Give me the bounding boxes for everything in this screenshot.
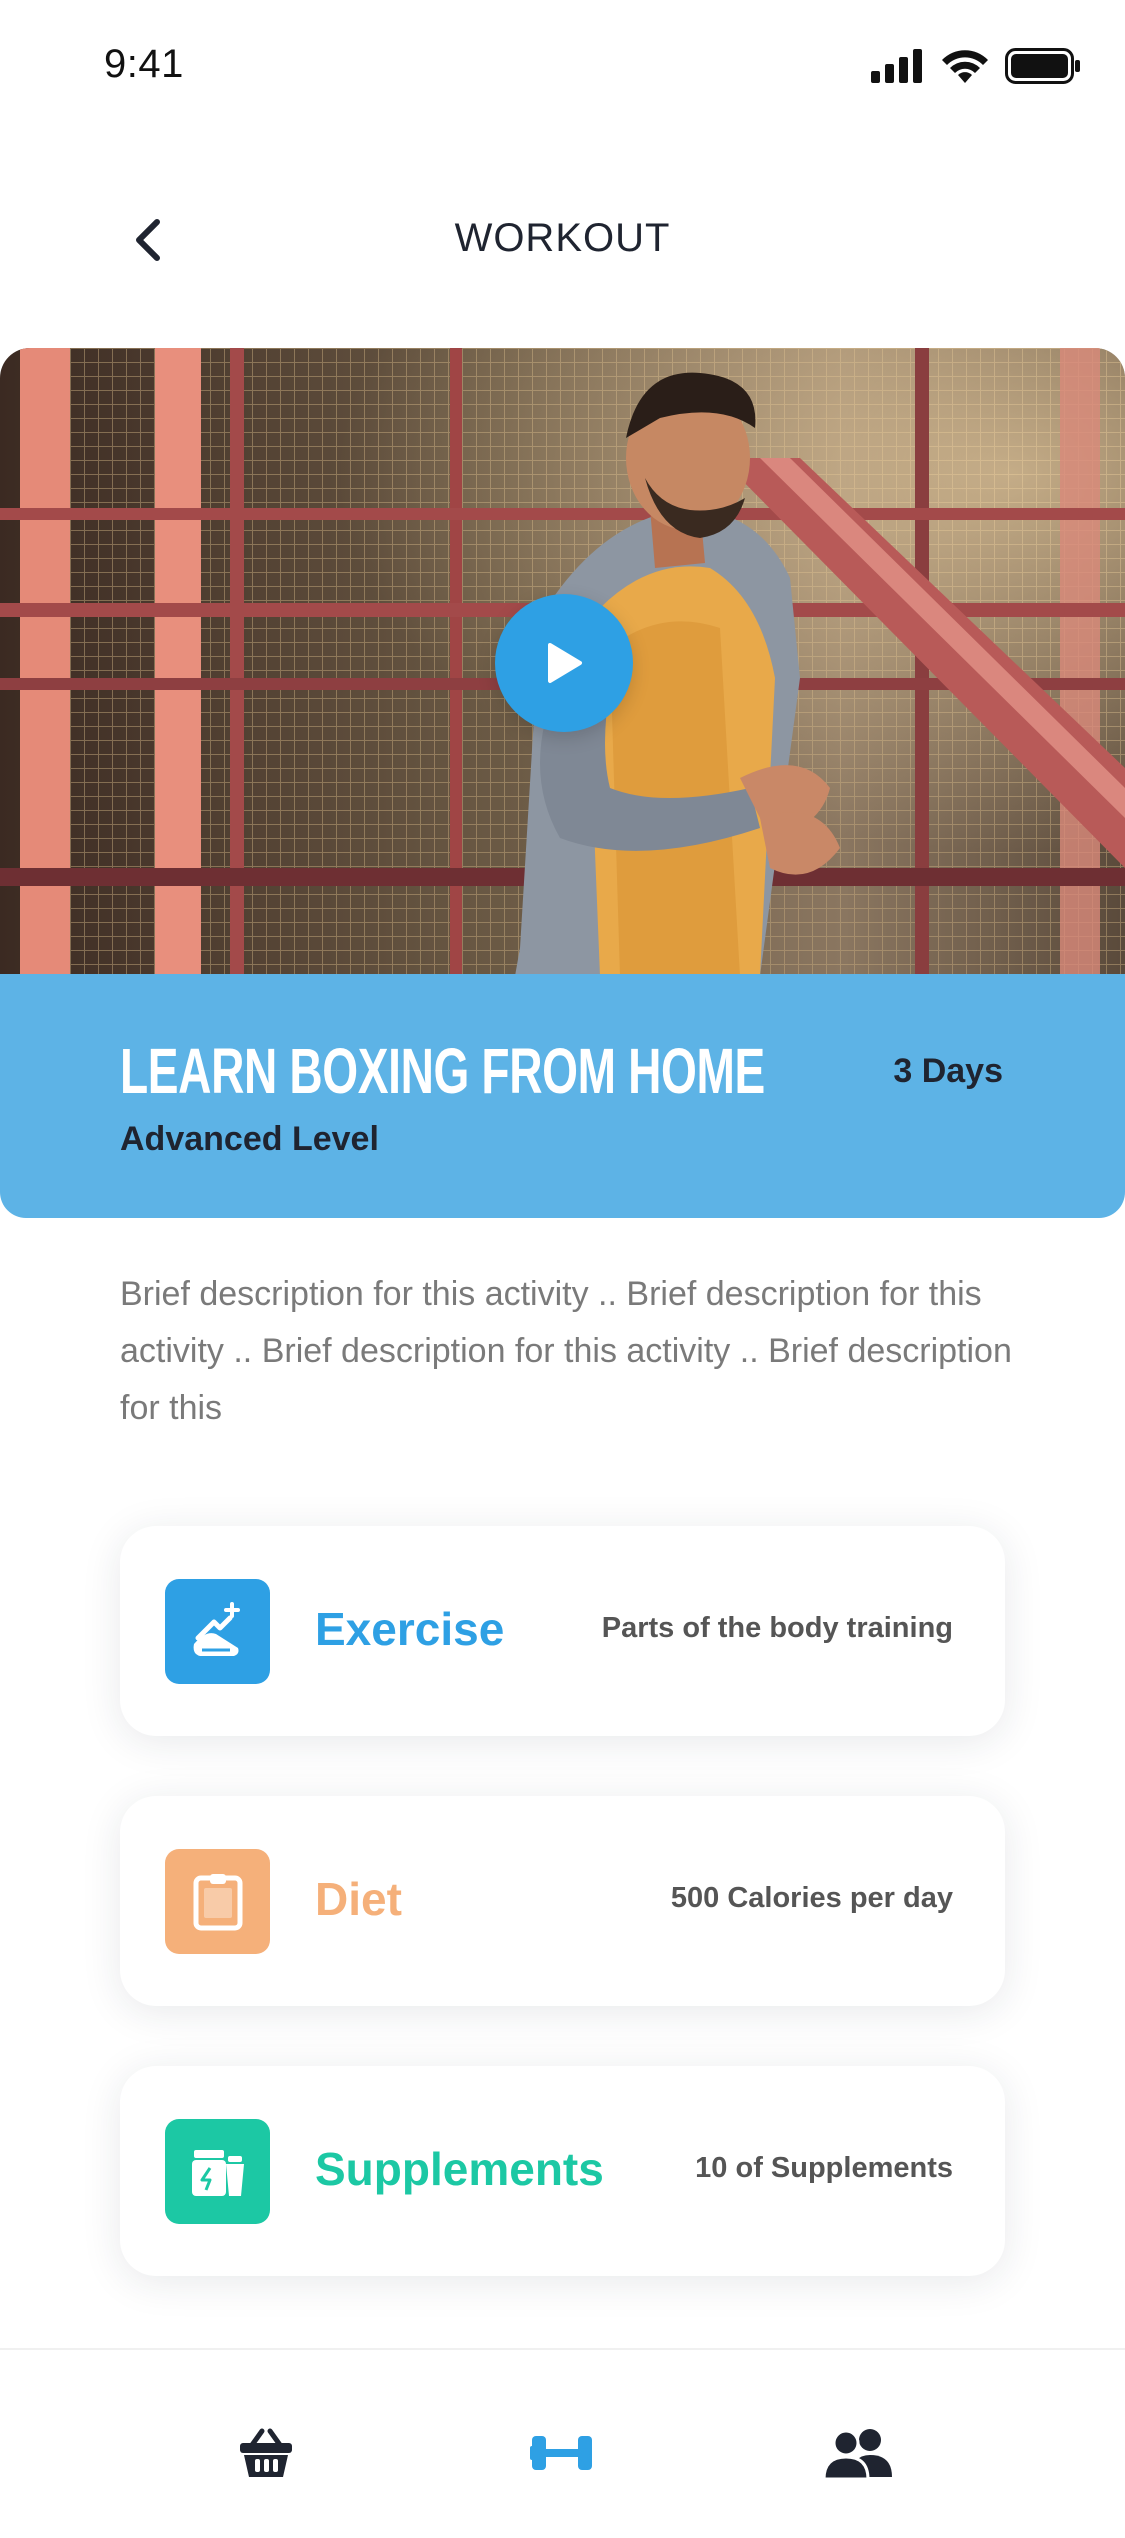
card-title: Diet bbox=[315, 1873, 402, 1925]
workout-duration: 3 Days bbox=[893, 1052, 1003, 1090]
clipboard-icon bbox=[165, 1849, 270, 1954]
card-title: Supplements bbox=[315, 2143, 604, 2195]
play-icon bbox=[544, 641, 584, 685]
supplements-icon bbox=[165, 2119, 270, 2224]
tab-bar bbox=[0, 2348, 1125, 2538]
play-button[interactable] bbox=[495, 594, 633, 732]
wifi-icon bbox=[941, 49, 989, 88]
supplements-card[interactable]: Supplements 10 of Supplements bbox=[120, 2066, 1005, 2276]
tab-workout[interactable] bbox=[522, 2420, 602, 2490]
battery-icon bbox=[1005, 48, 1081, 89]
status-time: 9:41 bbox=[104, 42, 184, 86]
dumbbell-icon bbox=[530, 2428, 594, 2483]
card-subtitle: 500 Calories per day bbox=[670, 1882, 953, 1914]
page-title: WORKOUT bbox=[454, 216, 671, 260]
basket-icon bbox=[238, 2427, 294, 2484]
shoe-icon bbox=[165, 1579, 270, 1684]
workout-description: Brief description for this activity .. B… bbox=[120, 1275, 1012, 1427]
tab-community[interactable] bbox=[818, 2420, 898, 2490]
tab-shop[interactable] bbox=[226, 2420, 306, 2490]
hero-image bbox=[0, 348, 1125, 976]
header: WORKOUT bbox=[0, 180, 1125, 300]
diet-card[interactable]: Diet 500 Calories per day bbox=[120, 1796, 1005, 2006]
users-icon bbox=[822, 2427, 894, 2484]
card-subtitle: 10 of Supplements bbox=[695, 2152, 953, 2184]
signal-icon bbox=[871, 49, 925, 88]
workout-title: LEARN BOXING FROM HOME bbox=[120, 1035, 765, 1107]
status-bar: 9:41 bbox=[0, 0, 1125, 140]
workout-level: Advanced Level bbox=[120, 1120, 379, 1158]
status-icons bbox=[871, 48, 1081, 89]
card-title: Exercise bbox=[315, 1603, 505, 1655]
card-subtitle: Parts of the body training bbox=[601, 1612, 953, 1644]
workout-banner: LEARN BOXING FROM HOME 3 Days Advanced L… bbox=[0, 974, 1125, 1218]
exercise-card[interactable]: Exercise Parts of the body training bbox=[120, 1526, 1005, 1736]
